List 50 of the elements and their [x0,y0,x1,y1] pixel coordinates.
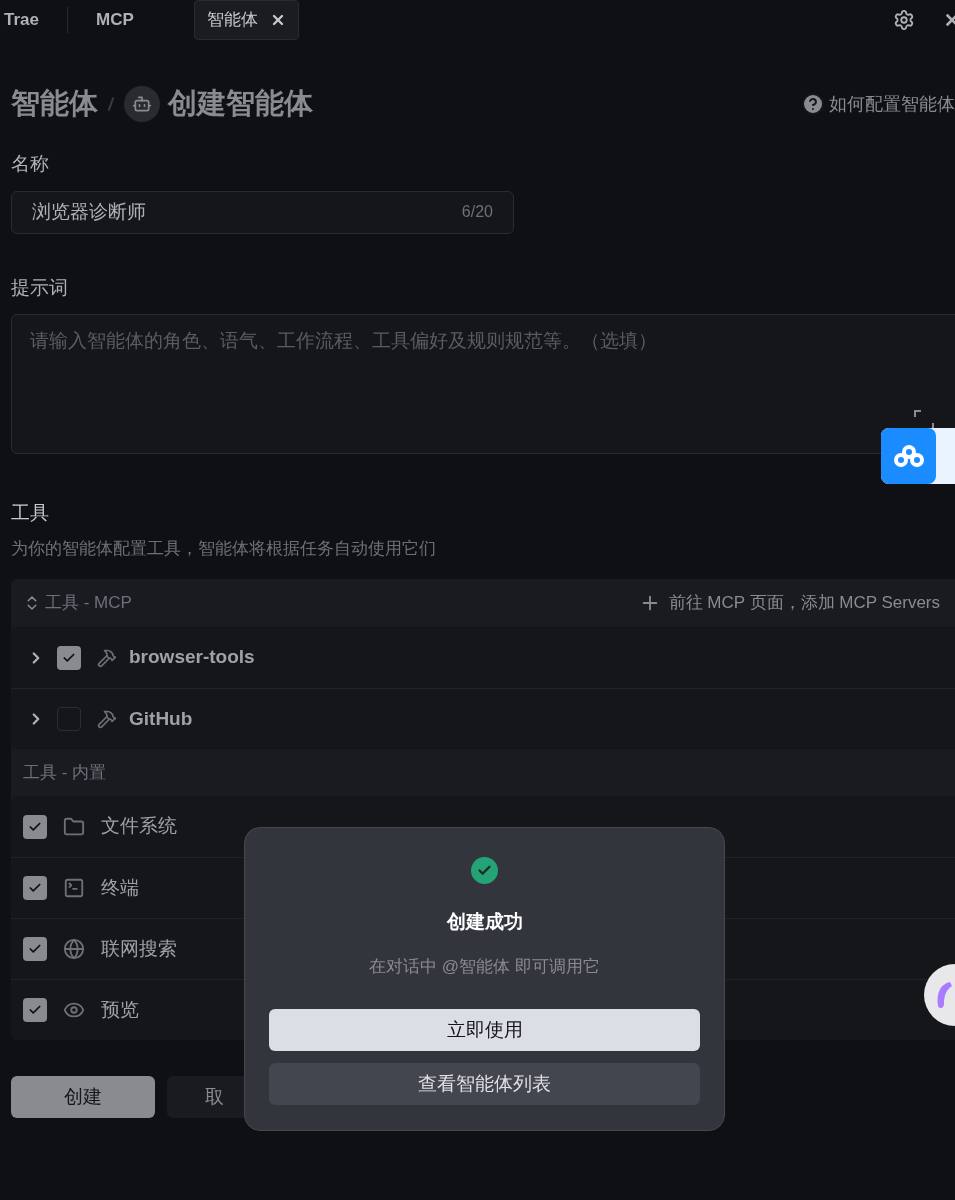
tool-name: GitHub [129,706,193,731]
tool-name: browser-tools [129,645,255,670]
folder-icon [63,815,85,838]
hammer-icon [97,709,117,729]
agent-avatar-icon [124,86,160,122]
checkbox[interactable] [23,814,47,839]
tool-name: 终端 [101,875,139,900]
terminal-icon [63,877,85,899]
help-link[interactable]: 如何配置智能体 [829,90,955,118]
success-icon [471,857,498,884]
view-list-button[interactable]: 查看智能体列表 [269,1063,700,1105]
check-icon [28,1003,42,1017]
breadcrumb-separator [107,97,115,111]
floating-widget[interactable] [881,428,955,484]
expand-icon[interactable] [914,410,934,430]
settings-icon[interactable] [893,9,915,31]
checkbox[interactable] [23,998,47,1022]
field-label: 名称 [11,152,50,176]
dialog-message: 在对话中 @智能体 即可调用它 [369,955,600,978]
checkbox[interactable] [57,707,81,731]
section-description: 为你的智能体配置工具，智能体将根据任务自动使用它们 [11,537,437,560]
hammer-icon [97,647,117,668]
cloud-icon [892,444,925,468]
checkbox[interactable] [23,937,47,961]
name-field[interactable]: 浏览器诊断师 6/20 [11,190,514,234]
group-header: 工具 - 内置 [23,761,107,784]
character-counter: 6/20 [461,202,493,222]
page-title: 创建智能体 [168,86,313,122]
checkbox[interactable] [23,876,47,900]
add-mcp-link[interactable]: 前往 MCP 页面，添加 MCP Servers [668,590,940,616]
globe-icon [63,938,85,960]
field-value: 浏览器诊断师 [32,199,147,224]
use-now-button[interactable]: 立即使用 [269,1009,700,1051]
check-icon [28,881,42,895]
tool-name: 联网搜索 [101,936,177,961]
dialog-title: 创建成功 [446,910,523,934]
tab[interactable]: 智能体 [193,0,299,40]
group-header: 工具 - MCP [45,592,132,615]
section-title: 工具 [11,501,50,525]
tool-name: 预览 [101,997,139,1022]
tool-name: 文件系统 [101,814,177,839]
help-icon [801,92,825,116]
checkbox[interactable] [57,645,81,670]
check-icon [28,942,42,956]
field-label: 提示词 [11,275,69,300]
app-name: Trae [4,7,68,33]
create-button[interactable]: 创建 [11,1076,155,1118]
prompt-field[interactable]: 请输入智能体的角色、语气、工作流程、工具偏好及规则规范等。（选填） [11,314,955,454]
breadcrumb-link[interactable]: 智能体 [11,82,98,126]
tab[interactable]: MCP [84,0,146,40]
